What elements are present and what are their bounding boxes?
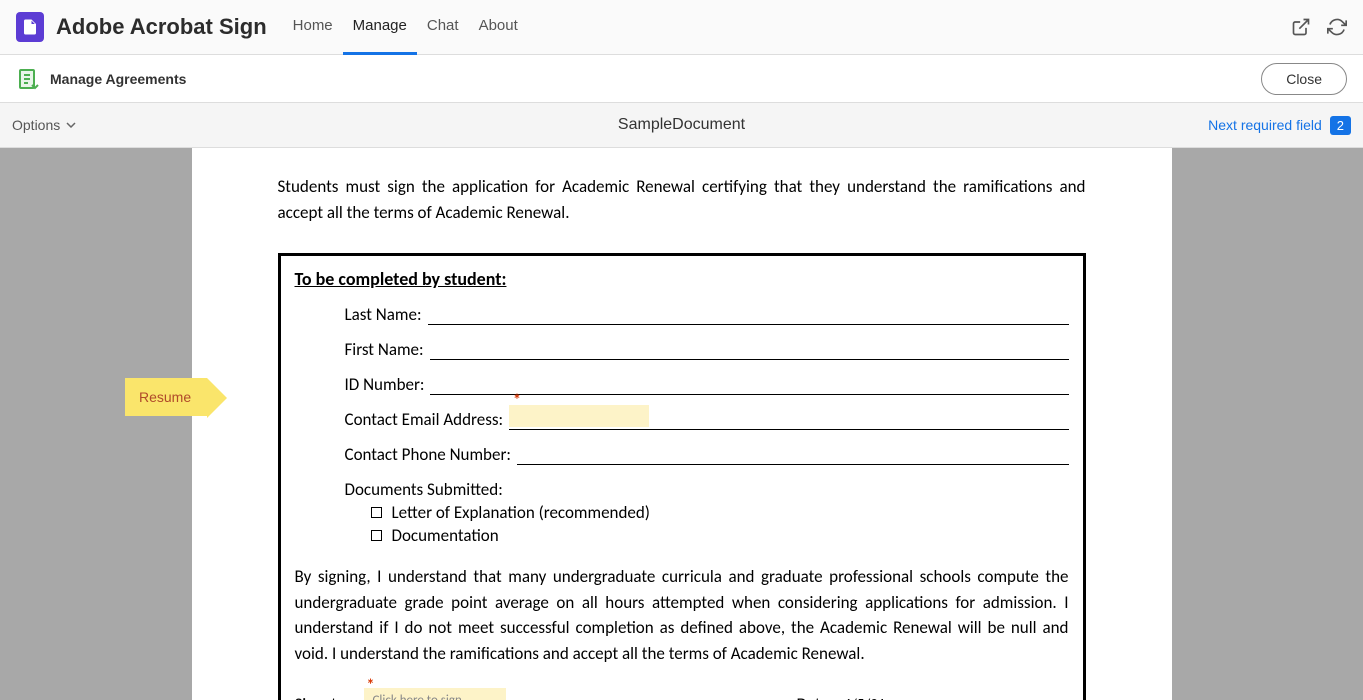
- app-header: Adobe Acrobat Sign Home Manage Chat Abou…: [0, 0, 1363, 55]
- signature-field[interactable]: * Click here to sign: [364, 688, 506, 700]
- checkbox-1[interactable]: [371, 507, 382, 518]
- email-input[interactable]: *: [509, 412, 1068, 430]
- intro-text: Students must sign the application for A…: [278, 174, 1086, 225]
- tab-manage[interactable]: Manage: [343, 0, 417, 55]
- field-phone: Contact Phone Number:: [345, 444, 1069, 465]
- required-asterisk-icon: *: [513, 391, 521, 410]
- next-required-field[interactable]: Next required field 2: [1208, 116, 1351, 135]
- document-name: SampleDocument: [618, 116, 745, 134]
- section-heading: To be completed by student:: [295, 268, 1069, 290]
- last-name-input[interactable]: [428, 307, 1069, 325]
- checklist-item-2: Documentation: [371, 525, 1069, 546]
- date-label: Date:: [796, 694, 833, 700]
- email-required-highlight[interactable]: *: [509, 405, 649, 427]
- doc-header: Options SampleDocument Next required fie…: [0, 103, 1363, 148]
- signature-placeholder: Click here to sign: [372, 693, 461, 700]
- field-last-name: Last Name:: [345, 304, 1069, 325]
- signature-line[interactable]: * Click here to sign: [364, 695, 784, 700]
- tab-chat[interactable]: Chat: [417, 0, 469, 55]
- date-line: 4/5/21: [833, 695, 1063, 700]
- agreements-icon: [16, 67, 40, 91]
- document-page: Students must sign the application for A…: [192, 148, 1172, 700]
- checklist-label-1: Letter of Explanation (recommended): [392, 502, 650, 523]
- options-dropdown[interactable]: Options: [12, 117, 76, 133]
- phone-input[interactable]: [517, 447, 1069, 465]
- chevron-down-icon: [66, 117, 76, 133]
- id-number-input[interactable]: [430, 377, 1068, 395]
- signature-row: Signature: * Click here to sign Date: 4/…: [295, 694, 1069, 700]
- open-external-icon[interactable]: [1291, 17, 1311, 37]
- email-label: Contact Email Address:: [345, 409, 504, 430]
- next-field-count: 2: [1330, 116, 1351, 135]
- options-label: Options: [12, 117, 60, 133]
- field-first-name: First Name:: [345, 339, 1069, 360]
- checklist-label-2: Documentation: [392, 525, 499, 546]
- field-email: Contact Email Address: *: [345, 409, 1069, 430]
- refresh-icon[interactable]: [1327, 17, 1347, 37]
- first-name-input[interactable]: [430, 342, 1069, 360]
- signature-label: Signature:: [295, 694, 365, 700]
- agreement-text: By signing, I understand that many under…: [295, 564, 1069, 666]
- next-field-label: Next required field: [1208, 117, 1322, 133]
- checkbox-2[interactable]: [371, 530, 382, 541]
- id-number-label: ID Number:: [345, 374, 425, 395]
- required-asterisk-icon: *: [366, 676, 374, 695]
- checklist-item-1: Letter of Explanation (recommended): [371, 502, 1069, 523]
- field-id-number: ID Number:: [345, 374, 1069, 395]
- manage-title: Manage Agreements: [50, 71, 186, 87]
- last-name-label: Last Name:: [345, 304, 422, 325]
- date-value: 4/5/21: [833, 696, 885, 700]
- app-logo: [16, 12, 44, 42]
- document-viewer: Resume Students must sign the applicatio…: [0, 148, 1363, 700]
- app-title: Adobe Acrobat Sign: [56, 14, 267, 40]
- sub-header: Manage Agreements Close: [0, 55, 1363, 103]
- form-box: To be completed by student: Last Name: F…: [278, 253, 1086, 700]
- close-button[interactable]: Close: [1261, 63, 1347, 95]
- first-name-label: First Name:: [345, 339, 424, 360]
- nav-tabs: Home Manage Chat About: [283, 0, 528, 55]
- tab-home[interactable]: Home: [283, 0, 343, 55]
- resume-button[interactable]: Resume: [125, 378, 207, 416]
- phone-label: Contact Phone Number:: [345, 444, 511, 465]
- documents-submitted-label: Documents Submitted:: [345, 479, 1069, 500]
- tab-about[interactable]: About: [469, 0, 528, 55]
